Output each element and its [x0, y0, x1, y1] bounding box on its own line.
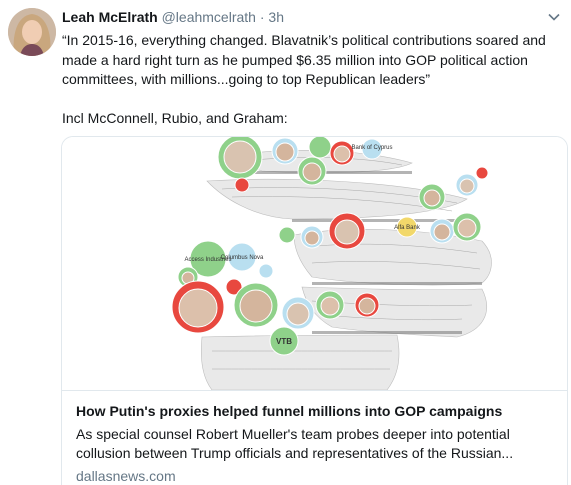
- card-domain[interactable]: dallasnews.com: [76, 467, 556, 485]
- tweet-text: “In 2015-16, everything changed. Blavatn…: [62, 32, 546, 126]
- bubble-label-columbus: Columbus Nova: [221, 255, 264, 261]
- bubble-label-vtb: VTB: [276, 337, 292, 346]
- separator: ·: [259, 9, 265, 25]
- link-card[interactable]: Bank of Cyprus Alfa Bank Access Industri…: [61, 136, 568, 485]
- tweet[interactable]: Leah McElrath @leahmcelrath · 3h “In 201…: [0, 0, 571, 485]
- tweet-header: Leah McElrath @leahmcelrath · 3h: [62, 8, 531, 27]
- card-title[interactable]: How Putin's proxies helped funnel millio…: [76, 402, 556, 421]
- avatar[interactable]: [8, 8, 56, 56]
- illustration: Bank of Cyprus Alfa Bank Access Industri…: [171, 137, 492, 390]
- bubble-label-alfa: Alfa Bank: [394, 225, 421, 231]
- author-handle[interactable]: @leahmcelrath: [162, 9, 256, 25]
- chevron-down-icon[interactable]: [547, 10, 561, 24]
- timestamp[interactable]: 3h: [268, 9, 284, 25]
- bubble-label-bank: Bank of Cyprus: [351, 145, 392, 151]
- card-image: Bank of Cyprus Alfa Bank Access Industri…: [62, 137, 567, 391]
- card-body: How Putin's proxies helped funnel millio…: [76, 402, 556, 485]
- card-description: As special counsel Robert Mueller's team…: [76, 426, 514, 461]
- author-name[interactable]: Leah McElrath: [62, 9, 158, 25]
- avatar-image: [8, 8, 56, 56]
